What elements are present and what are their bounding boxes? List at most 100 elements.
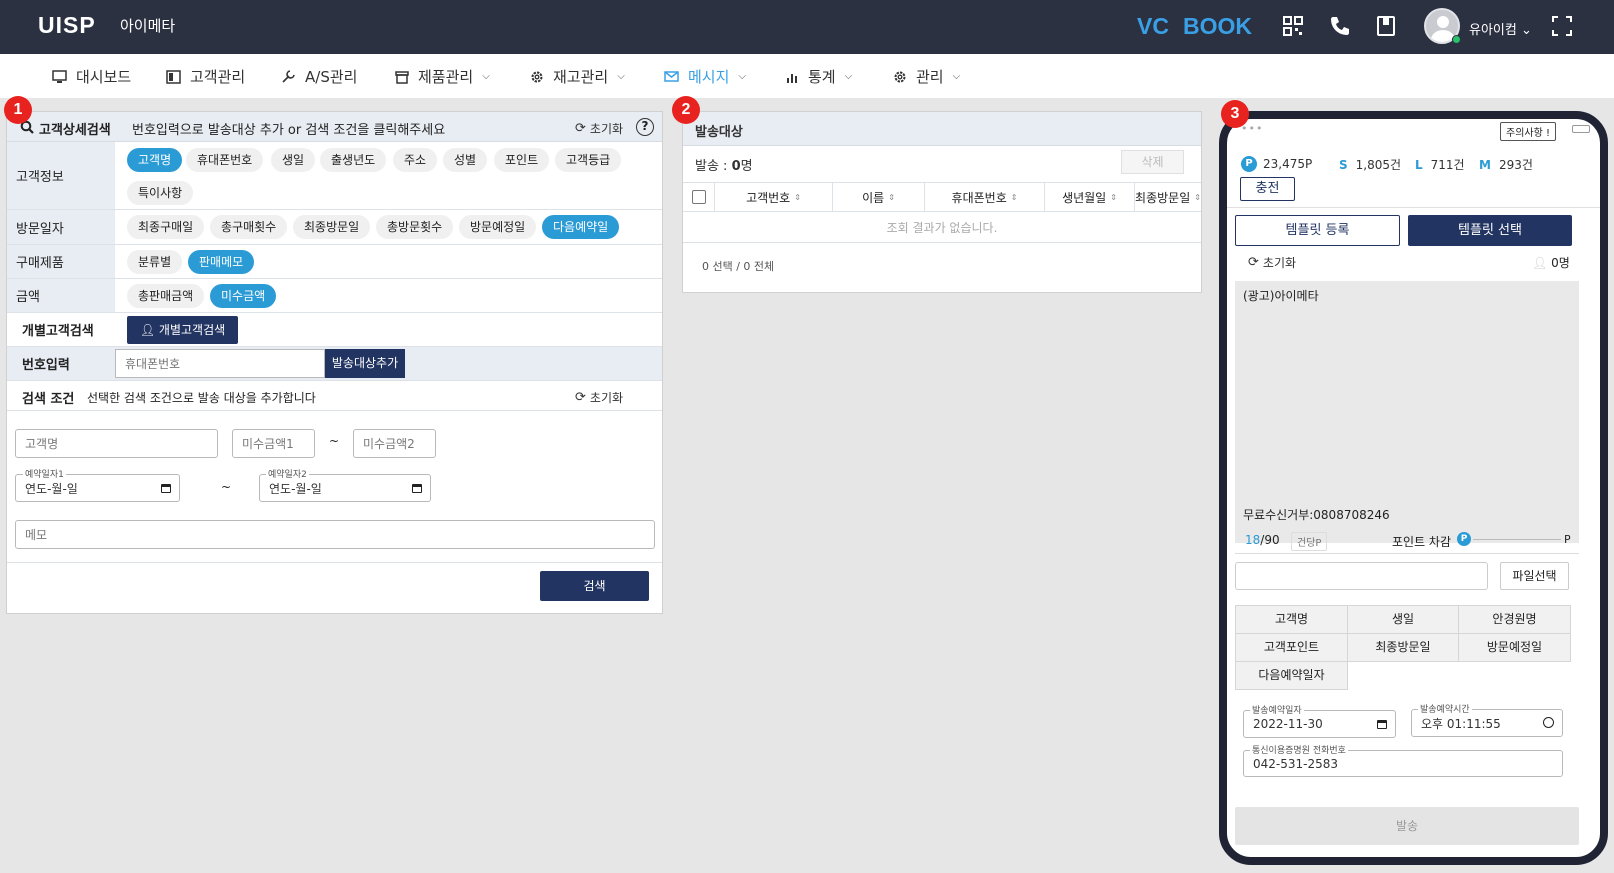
individual-search-button[interactable]: 👤︎ 개별고객검색 xyxy=(127,316,238,344)
memo-field[interactable]: 메모 xyxy=(15,520,655,549)
chip-birth-year[interactable]: 출생년도 xyxy=(320,148,387,172)
file-name-field[interactable] xyxy=(1235,562,1488,590)
chip-birthday[interactable]: 생일 xyxy=(271,148,316,172)
char-max: /90 xyxy=(1260,533,1280,547)
help-icon[interactable]: ? xyxy=(636,118,654,136)
chevron-down-icon: ⌵ xyxy=(617,71,625,82)
chip-points[interactable]: 포인트 xyxy=(494,148,550,172)
charge-button[interactable]: 충전 xyxy=(1240,177,1295,201)
nav-as[interactable]: A/S관리 xyxy=(281,66,357,87)
chip-last-visit[interactable]: 최종방문일 xyxy=(293,215,371,239)
app-logo[interactable]: UISP xyxy=(38,12,96,39)
brand-book: BOOK xyxy=(1182,13,1252,39)
envelope-icon xyxy=(664,71,679,82)
nav-admin[interactable]: 관리 ⌵ xyxy=(893,66,960,87)
range-tilde: ~ xyxy=(329,434,340,448)
unpaid-amount-2-field[interactable]: 미수금액2 xyxy=(353,429,436,458)
chip-gender[interactable]: 성별 xyxy=(443,148,488,172)
var-store-name[interactable]: 안경원명 xyxy=(1458,605,1571,634)
nav-label: 대시보드 xyxy=(76,68,132,86)
var-last-visit[interactable]: 최종방문일 xyxy=(1347,633,1459,662)
individual-search-label: 개별고객검색 xyxy=(158,323,226,337)
calendar-icon[interactable] xyxy=(412,484,422,493)
fullscreen-icon[interactable] xyxy=(1550,14,1574,38)
nav-dashboard[interactable]: 대시보드 xyxy=(52,66,131,87)
message-textarea[interactable]: (광고)아이메타 무료수신거부:0808708246 xyxy=(1235,281,1579,543)
char-count: 18 xyxy=(1245,533,1261,547)
send-button[interactable]: 발송 xyxy=(1235,807,1579,845)
point-suffix: P xyxy=(1564,533,1571,546)
var-customer-points[interactable]: 고객포인트 xyxy=(1235,633,1348,662)
row-purchase: 구매제품 분류별 판매메모 xyxy=(7,245,662,279)
template-register-button[interactable]: 템플릿 등록 xyxy=(1235,215,1400,246)
send-date-label: 발송예약일자 xyxy=(1250,703,1304,716)
phone-icon[interactable] xyxy=(1328,14,1352,38)
row-amount: 금액 총판매금액 미수금액 xyxy=(7,279,662,313)
brand-vc: VC xyxy=(1137,13,1169,39)
message-optout: 무료수신거부:0808708246 xyxy=(1243,508,1390,522)
nav-statistics[interactable]: 통계 ⌵ xyxy=(786,66,852,87)
file-select-button[interactable]: 파일선택 xyxy=(1500,562,1569,590)
nav-label: 고객관리 xyxy=(190,68,246,86)
chip-notes[interactable]: 특이사항 xyxy=(127,181,194,205)
qr-grid-icon[interactable] xyxy=(1281,14,1305,38)
condition-reset-button[interactable]: ⟳ 초기화 xyxy=(575,389,623,406)
sort-icon: ⇕ xyxy=(794,192,801,202)
vcbook-logo[interactable]: VC BOOK xyxy=(1137,13,1252,40)
chip-unpaid[interactable]: 미수금액 xyxy=(210,284,277,308)
clock-icon[interactable] xyxy=(1543,717,1554,728)
chip-last-purchase[interactable]: 최종구매일 xyxy=(127,215,205,239)
stat-l: L 711건 xyxy=(1415,156,1465,173)
nav-products[interactable]: 제품관리 ⌵ xyxy=(395,66,490,87)
reset-button[interactable]: ⟳ 초기화 xyxy=(575,120,623,137)
book-icon[interactable] xyxy=(1374,14,1398,38)
chip-phone[interactable]: 휴대폰번호 xyxy=(186,148,264,172)
notice-tag[interactable]: 주의사항 ! xyxy=(1500,122,1556,141)
monitor-icon xyxy=(52,69,67,83)
chip-planned-visit[interactable]: 방문예정일 xyxy=(459,215,537,239)
template-select-button[interactable]: 템플릿 선택 xyxy=(1408,215,1572,246)
var-birthday[interactable]: 생일 xyxy=(1347,605,1459,634)
nav-message[interactable]: 메시지 ⌵ xyxy=(664,66,746,87)
phone-number-input[interactable] xyxy=(115,349,325,378)
count-unit: 명 xyxy=(740,159,753,174)
row-label: 개별고객검색 xyxy=(7,313,115,346)
var-planned-visit[interactable]: 방문예정일 xyxy=(1458,633,1571,662)
column-header[interactable]: 이름 ⇕ xyxy=(833,182,925,212)
var-next-reservation[interactable]: 다음예약일자 xyxy=(1235,661,1348,690)
stat-letter: S xyxy=(1339,157,1348,172)
per-unit-tag: 건당P xyxy=(1291,532,1328,551)
column-header[interactable]: 휴대폰번호 ⇕ xyxy=(925,182,1045,212)
sort-icon: ⇕ xyxy=(1194,192,1201,202)
nav-customers[interactable]: 고객관리 xyxy=(166,66,245,87)
box-icon xyxy=(395,70,409,84)
panel-header: 고객상세검색 번호입력으로 발송대상 추가 or 검색 조건을 클릭해주세요 ⟳… xyxy=(7,112,662,142)
customer-name-field[interactable]: 고객명 xyxy=(15,429,218,458)
char-counter: 18/90 xyxy=(1245,533,1280,547)
divider xyxy=(1227,207,1600,208)
point-slider-track[interactable] xyxy=(1473,539,1561,540)
search-button[interactable]: 검색 xyxy=(540,571,649,601)
message-reset-button[interactable]: ⟳ 초기화 xyxy=(1248,254,1296,271)
unpaid-amount-1-field[interactable]: 미수금액1 xyxy=(232,429,315,458)
chip-sales-memo[interactable]: 판매메모 xyxy=(188,250,255,274)
chip-next-reservation[interactable]: 다음예약일 xyxy=(542,215,620,239)
chip-total-sales[interactable]: 총판매금액 xyxy=(127,284,205,308)
chip-visit-count[interactable]: 총방문횟수 xyxy=(376,215,454,239)
chip-purchase-count[interactable]: 총구매횟수 xyxy=(210,215,288,239)
select-all-checkbox[interactable] xyxy=(691,190,706,204)
column-header[interactable]: 고객번호 ⇕ xyxy=(715,182,833,212)
add-recipient-button[interactable]: 발송대상추가 xyxy=(325,349,405,378)
nav-inventory[interactable]: 재고관리 ⌵ xyxy=(530,66,625,87)
chip-customer-name[interactable]: 고객명 xyxy=(127,148,183,172)
delete-button[interactable]: 삭제 xyxy=(1121,150,1184,174)
column-header[interactable]: 최종방문일 ⇕ xyxy=(1135,182,1201,212)
divider xyxy=(1235,553,1579,554)
chip-grade[interactable]: 고객등급 xyxy=(555,148,622,172)
calendar-icon[interactable] xyxy=(1377,720,1387,729)
calendar-icon[interactable] xyxy=(161,484,171,493)
chip-category[interactable]: 분류별 xyxy=(127,250,183,274)
column-header[interactable]: 생년월일 ⇕ xyxy=(1045,182,1135,212)
var-customer-name[interactable]: 고객명 xyxy=(1235,605,1348,634)
chip-address[interactable]: 주소 xyxy=(393,148,438,172)
